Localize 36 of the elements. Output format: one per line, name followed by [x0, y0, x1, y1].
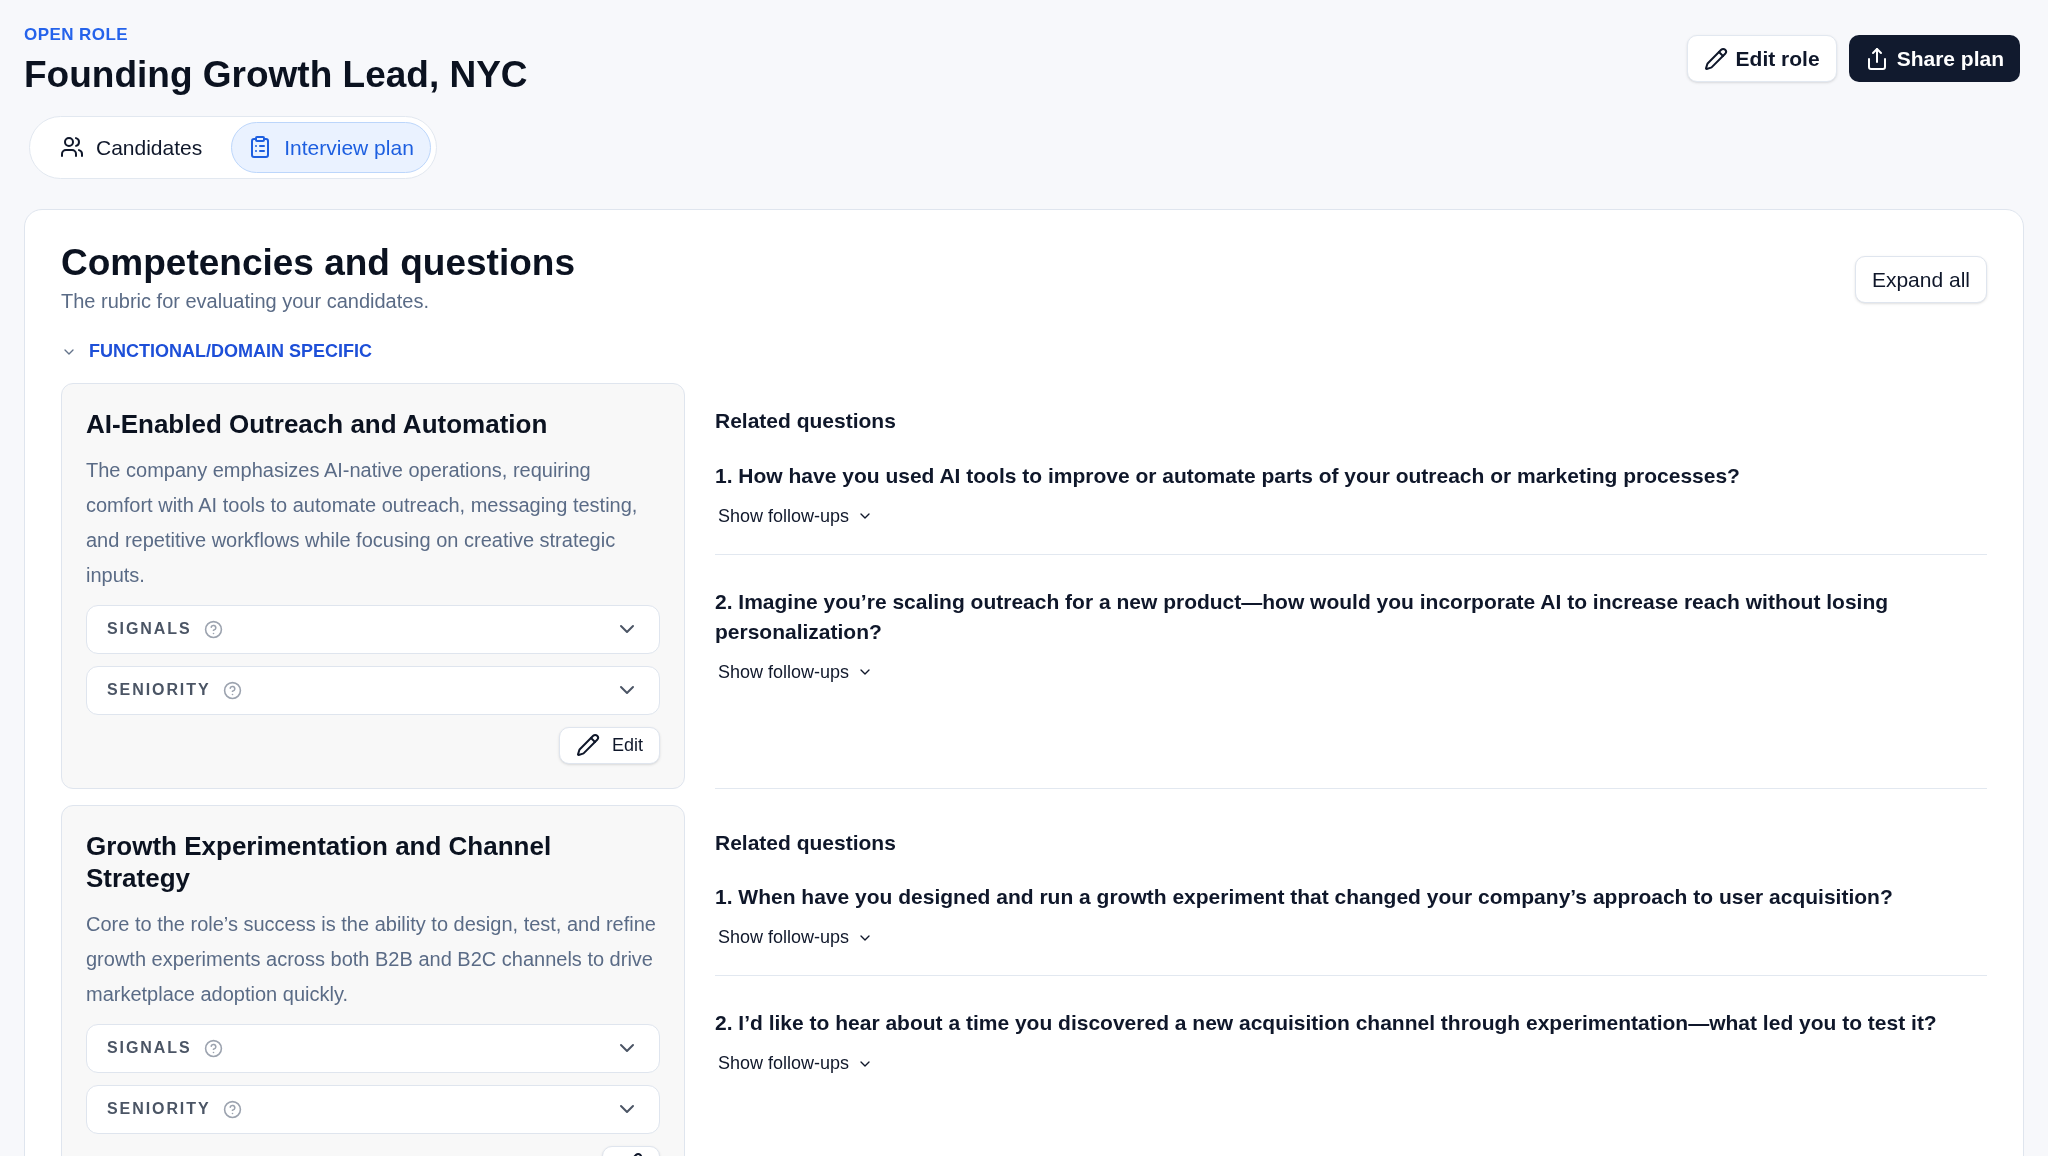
tab[interactable]: Candidates	[35, 121, 228, 173]
help-icon	[222, 680, 242, 700]
competency-title: AI-Enabled Outreach and Automation	[86, 408, 549, 441]
panel-title: Competencies and questions	[61, 240, 575, 285]
edit-role-button[interactable]: Edit role	[1686, 35, 1837, 82]
tab[interactable]: Interview plan	[231, 121, 431, 173]
rubric-dropdown[interactable]: SIGNALS	[86, 604, 660, 654]
show-follow-ups-button[interactable]: Show follow-ups	[718, 924, 874, 951]
rubric-dropdown[interactable]: SENIORITY	[86, 1084, 660, 1134]
share-button[interactable]: Share plan	[1848, 35, 2020, 82]
page-title: Founding Growth Lead, NYC	[24, 52, 528, 97]
competency-description: Core to the role’s success is the ability to design, test, and refine growth experiments across both B2B and B2C channels to drive marketplace adoption quickly.	[86, 911, 657, 1007]
eyebrow-label: OPEN ROLE	[24, 24, 129, 46]
pencil-icon	[575, 733, 600, 757]
help-icon	[203, 1038, 223, 1058]
edit-button[interactable]: Edit	[558, 726, 660, 764]
show-follow-ups-button[interactable]: Show follow-ups	[718, 1050, 874, 1077]
related-questions-heading: Related questions	[715, 408, 897, 434]
competency-title: Growth Experimentation and Channel Strategy	[86, 829, 553, 895]
panel-subtitle: The rubric for evaluating your candidates.	[61, 289, 430, 314]
related-questions-heading: Related questions	[715, 829, 897, 856]
rubric-dropdown[interactable]: SIGNALS	[86, 1023, 660, 1073]
section-toggle[interactable]: FUNCTIONAL/DOMAIN SPECIFIC	[61, 338, 372, 365]
question-text: 1. When have you designed and run a growth experiment that changed your company’s approach to user acquisition?	[715, 884, 1894, 910]
show-follow-ups-button[interactable]: Show follow-ups	[718, 502, 874, 530]
question-text: 2. Imagine you’re scaling outreach for a new product—how would you incorporate AI to increase reach without losing personalization?	[715, 588, 1890, 645]
help-icon	[222, 1099, 242, 1119]
competency-description: The company emphasizes AI-native operations, requiring comfort with AI tools to automate outreach, messaging testing, and repetitive workflows while focusing on creative strategic inputs.	[86, 457, 639, 588]
rubric-dropdown[interactable]: SENIORITY	[86, 665, 660, 715]
pencil-icon	[1703, 46, 1728, 71]
expand-all-button[interactable]: Expand all	[1854, 255, 1987, 303]
question-text: 2. I’d like to hear about a time you discovered a new acquisition channel through experimentation—what led you to test it?	[715, 1010, 1938, 1036]
people-icon	[60, 135, 84, 160]
question-text: 1. How have you used AI tools to improve or automate parts of your outreach or marketing processes?	[715, 462, 1741, 489]
help-icon	[203, 619, 223, 639]
show-follow-ups-button[interactable]: Show follow-ups	[718, 658, 874, 686]
